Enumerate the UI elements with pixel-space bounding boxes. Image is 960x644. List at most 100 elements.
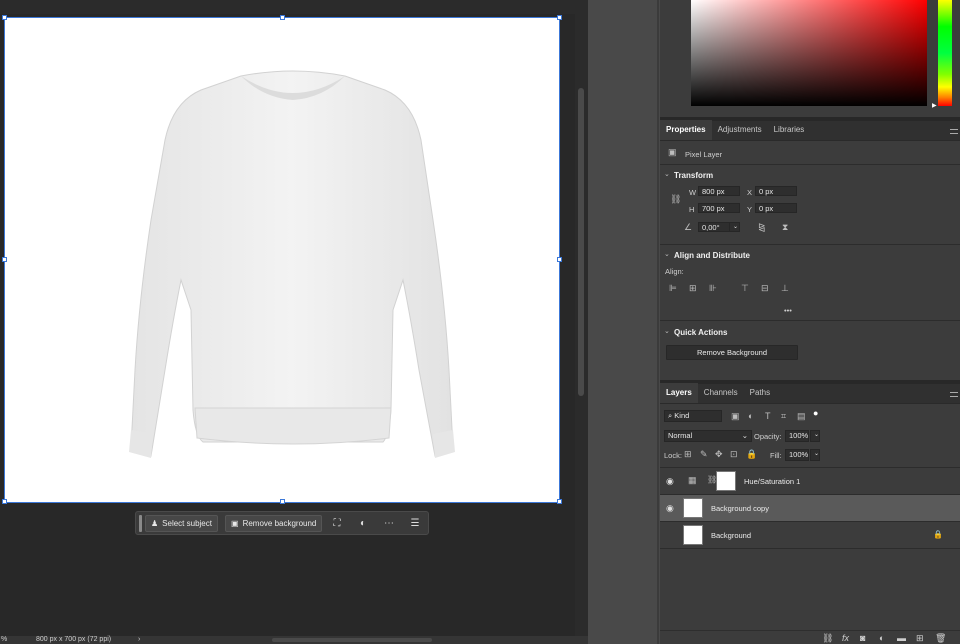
lock-transparent-icon[interactable]: ⊞ [684, 449, 692, 460]
tab-channels[interactable]: Channels [698, 383, 744, 403]
contextual-task-bar[interactable]: ♟ Select subject ▣ Remove background ⛶ ◐… [135, 511, 429, 535]
filter-toggle-icon[interactable]: ● [813, 408, 818, 418]
lock-icon[interactable]: 🔒 [933, 530, 943, 539]
hue-slider[interactable] [938, 0, 952, 106]
lock-all-icon[interactable]: 🔒 [746, 449, 757, 460]
tab-libraries[interactable]: Libraries [768, 120, 811, 140]
filter-smart-object-icon[interactable]: ▤ [797, 411, 806, 422]
opacity-field[interactable]: 100% [785, 430, 809, 442]
align-bottom-icon[interactable]: ⊥ [781, 283, 789, 294]
color-field[interactable] [691, 0, 927, 106]
properties-panel: Properties Adjustments Libraries ▣ Pixel… [660, 120, 960, 380]
flip-vertical-icon[interactable]: ⧗ [782, 222, 788, 233]
width-field[interactable]: 800 px [698, 186, 740, 196]
more-icon[interactable]: ⋯ [379, 515, 399, 532]
transform-handle-tl[interactable] [2, 15, 7, 20]
link-layers-icon[interactable]: ⛓ [822, 633, 833, 644]
visibility-eye-icon[interactable]: ◉ [666, 503, 674, 514]
horizontal-scroll-thumb[interactable] [272, 638, 432, 642]
layer-row-hue-saturation[interactable]: ◉ ▦ ⛓ Hue/Saturation 1 [660, 468, 960, 494]
vertical-scrollbar[interactable] [575, 0, 588, 636]
panel-menu-icon[interactable] [950, 129, 958, 134]
layer-thumbnail[interactable] [683, 498, 703, 518]
layer-thumbnail[interactable] [683, 525, 703, 545]
layer-row-background[interactable]: Background 🔒 [660, 522, 960, 548]
status-arrow-icon[interactable]: › [138, 636, 140, 644]
crop-icon[interactable]: ⛶ [327, 515, 347, 532]
chevron-down-icon: ⌄ [741, 431, 748, 440]
vertical-scroll-thumb[interactable] [578, 88, 584, 396]
lock-position-icon[interactable]: ✥ [715, 449, 723, 460]
trash-icon[interactable]: 🗑 [935, 633, 946, 644]
hue-slider-marker-icon[interactable]: ▶ [932, 102, 937, 109]
opacity-label: Opacity: [754, 432, 782, 441]
canvas-area[interactable]: ♟ Select subject ▣ Remove background ⛶ ◐… [0, 0, 575, 636]
layer-filter-kind[interactable]: ⌕ Kind [664, 410, 722, 422]
sliders-icon[interactable]: ☰ [405, 515, 425, 532]
transform-handle-bl[interactable] [2, 499, 7, 504]
sweater-image [129, 70, 455, 458]
link-icon[interactable]: ⛓ [670, 194, 681, 205]
filter-pixel-icon[interactable]: ▣ [731, 411, 740, 422]
transform-handle-tc[interactable] [280, 15, 285, 20]
height-field[interactable]: 700 px [698, 203, 740, 213]
align-heading: Align and Distribute [674, 251, 750, 260]
layer-row-background-copy[interactable]: ◉ Background copy [660, 495, 960, 521]
blend-mode-select[interactable]: Normal ⌄ [664, 430, 752, 442]
layer-name[interactable]: Background copy [711, 504, 769, 513]
tab-layers[interactable]: Layers [660, 383, 698, 403]
flip-horizontal-icon[interactable]: ⧎ [758, 222, 766, 233]
fill-dropdown[interactable]: ⌄ [810, 449, 820, 461]
select-subject-button[interactable]: ♟ Select subject [145, 515, 218, 532]
filter-adjustment-icon[interactable]: ◐ [748, 411, 753, 421]
person-icon: ♟ [151, 519, 159, 528]
x-field[interactable]: 0 px [755, 186, 797, 196]
angle-dropdown[interactable]: ⌄ [729, 222, 740, 232]
lock-artboard-icon[interactable]: ⊡ [730, 449, 738, 460]
document-canvas[interactable] [2, 15, 562, 504]
tab-paths[interactable]: Paths [744, 383, 776, 403]
layers-tabs: Layers Channels Paths [660, 383, 960, 404]
new-group-icon[interactable]: ▬ [897, 633, 906, 643]
document-info: 800 px x 700 px (72 ppi) [36, 636, 112, 643]
lock-paint-icon[interactable]: ✎ [700, 449, 708, 460]
angle-field[interactable]: 0,00° [698, 222, 730, 232]
transform-handle-tr[interactable] [557, 15, 562, 20]
layers-bottom-bar: ⛓ fx ◙ ◐ ▬ ⊞ 🗑 [660, 630, 960, 644]
more-align-options[interactable]: ••• [784, 306, 792, 315]
visibility-eye-icon[interactable]: ◉ [666, 476, 674, 487]
align-left-icon[interactable]: ⊫ [669, 283, 677, 294]
layer-name[interactable]: Background [711, 531, 751, 540]
remove-background-button[interactable]: ▣ Remove background [225, 515, 323, 532]
chevron-down-icon[interactable]: ⌄ [664, 327, 670, 335]
filter-type-icon[interactable]: T [765, 411, 771, 421]
transform-handle-br[interactable] [557, 499, 562, 504]
layer-name[interactable]: Hue/Saturation 1 [744, 477, 800, 486]
align-center-icon[interactable]: ⊞ [689, 283, 697, 294]
transform-handle-ml[interactable] [2, 257, 7, 262]
tab-properties[interactable]: Properties [660, 120, 712, 140]
new-layer-icon[interactable]: ⊞ [916, 633, 924, 644]
layer-mask-thumbnail[interactable] [716, 471, 736, 491]
panel-menu-icon[interactable] [950, 392, 958, 397]
transform-handle-bc[interactable] [280, 499, 285, 504]
new-adjustment-icon[interactable]: ◐ [879, 633, 884, 643]
task-bar-grip[interactable] [139, 515, 142, 532]
align-right-icon[interactable]: ⊪ [709, 283, 717, 294]
color-picker-panel: ▶ [660, 0, 960, 117]
zoom-readout[interactable]: % [1, 636, 7, 644]
fill-field[interactable]: 100% [785, 449, 809, 461]
chevron-down-icon[interactable]: ⌄ [664, 250, 670, 258]
align-top-icon[interactable]: ⊤ [741, 283, 749, 294]
fx-icon[interactable]: fx [842, 633, 849, 643]
chevron-down-icon[interactable]: ⌄ [664, 170, 670, 178]
y-field[interactable]: 0 px [755, 203, 797, 213]
tab-adjustments[interactable]: Adjustments [712, 120, 768, 140]
opacity-dropdown[interactable]: ⌄ [810, 430, 820, 442]
half-circle-icon[interactable]: ◐ [353, 515, 373, 532]
add-mask-icon[interactable]: ◙ [860, 633, 865, 643]
align-middle-icon[interactable]: ⊟ [761, 283, 769, 294]
transform-handle-mr[interactable] [557, 257, 562, 262]
remove-background-quick-action[interactable]: Remove Background [666, 345, 798, 360]
filter-shape-icon[interactable]: ⌗ [781, 411, 786, 422]
